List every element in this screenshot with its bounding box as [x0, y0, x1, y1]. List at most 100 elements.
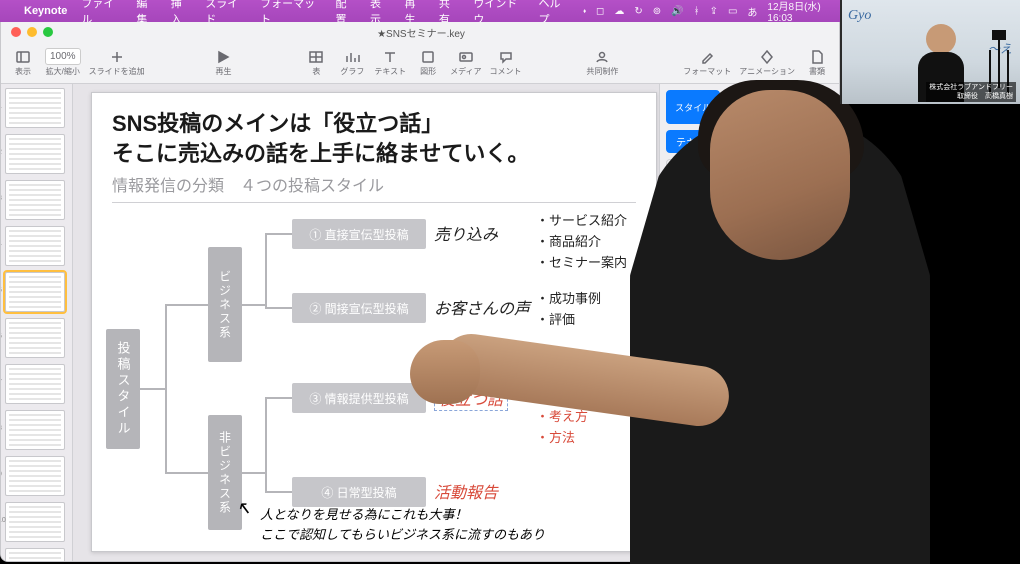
headline-line1: SNS投稿のメインは「役立つ話」 — [112, 111, 443, 136]
annotation-2[interactable]: お客さんの声 — [434, 295, 530, 319]
toolbar-collab[interactable]: 共同制作 — [586, 49, 618, 77]
bluetooth-icon[interactable]: ᚼ — [694, 6, 700, 17]
mac-menubar: Keynote ファイル 編集 挿入 スライド フォーマット 配置 表示 再生 … — [0, 0, 840, 22]
toolbar-media[interactable]: メディア — [450, 49, 481, 77]
slide-thumbnail[interactable] — [5, 548, 65, 562]
tree-node-4[interactable]: ④ 日常型投稿 — [292, 477, 426, 507]
bullets-1[interactable]: ・サービス紹介・商品紹介・セミナー案内 — [536, 211, 627, 273]
notion-icon[interactable]: ◻ — [596, 6, 604, 17]
l: コメント — [490, 66, 522, 77]
slide-thumbnail[interactable] — [5, 272, 65, 312]
l: メディア — [450, 66, 481, 77]
handwritten-note[interactable]: ↖ 人となりを見せる為にこれも大事！ ここで認知してもらいビジネス系に流すのもあ… — [260, 505, 545, 544]
cloud-icon[interactable]: ☁ — [614, 6, 624, 17]
pip-caption: 株式会社ラブアンドフリー 取締役 高橋真樹 — [926, 82, 1016, 102]
toolbar-chart[interactable]: グラフ — [338, 49, 366, 77]
slide-subtitle[interactable]: 情報発信の分類 ４つの投稿スタイル — [92, 172, 656, 200]
toolbar-view[interactable]: 表示 — [9, 49, 37, 77]
tab-style[interactable]: スタイル — [666, 90, 720, 124]
minimize-button[interactable] — [27, 27, 37, 37]
document-icon — [809, 49, 825, 65]
tab-document[interactable]: 書類 — [779, 90, 833, 124]
slide-thumbnail[interactable] — [5, 180, 65, 220]
slide-thumbnail[interactable] — [5, 410, 65, 450]
app-name[interactable]: Keynote — [24, 5, 67, 17]
diamond-icon — [759, 49, 775, 65]
toolbar-zoom[interactable]: 100% 拡大/縮小 — [45, 48, 81, 77]
toolbar-view-label: 表示 — [15, 66, 31, 77]
style-chip-text2[interactable]: テキ — [666, 159, 708, 184]
tree-node-2[interactable]: ② 間接宣伝型投稿 — [292, 293, 426, 323]
toolbar-shape[interactable]: 図形 — [414, 49, 442, 77]
slide-headline[interactable]: SNS投稿のメインは「役立つ話」 そこに売込みの話を上手に絡ませていく。 — [92, 93, 656, 172]
toolbar-zoom-label: 拡大/縮小 — [46, 66, 80, 77]
traffic-lights — [1, 27, 53, 37]
slide-thumbnail[interactable] — [5, 134, 65, 174]
slide-canvas[interactable]: SNS投稿のメインは「役立つ話」 そこに売込みの話を上手に絡ませていく。 情報発… — [73, 84, 659, 562]
slide-thumbnail[interactable] — [5, 318, 65, 358]
toolbar-add-slide-label: スライドを追加 — [89, 66, 145, 77]
toolbar-comment[interactable]: コメント — [490, 49, 522, 77]
style-chip-text[interactable]: テキスト — [666, 130, 726, 153]
annotation-1[interactable]: 売り込み — [434, 221, 498, 245]
slide-thumbnail[interactable] — [5, 88, 65, 128]
inspector-opacity[interactable]: 不透明度 ⌄ — [666, 383, 833, 407]
inspector-reflect[interactable]: 反射 — [666, 343, 833, 367]
annotation-4[interactable]: 活動報告 — [434, 479, 498, 503]
reflect-checkbox[interactable] — [666, 354, 678, 366]
chevron-down-icon: ⌄ — [825, 211, 833, 222]
slide-thumbnail[interactable] — [5, 456, 65, 496]
media-icon — [458, 49, 474, 65]
volume-icon[interactable]: 🔊 — [671, 6, 683, 17]
toolbar-play[interactable]: 再生 — [209, 49, 237, 77]
diagram-tree[interactable]: 投稿スタイル ビジネス系 非ビジネス系 ① 直接宣伝型投稿 ② 間接宣伝型投稿 … — [106, 209, 642, 539]
slide-thumbnail[interactable] — [5, 364, 65, 404]
sync-icon[interactable]: ↻ — [634, 6, 642, 17]
chart-icon — [344, 49, 360, 65]
toolbar-document[interactable]: 書類 — [803, 49, 831, 77]
toolbar-text[interactable]: テキスト — [374, 49, 406, 77]
annotation-3[interactable]: 役立つ話 — [434, 385, 508, 411]
chevron-down-icon: ⌄ — [825, 251, 833, 262]
reflect-label: 反射 — [684, 352, 833, 367]
view-icon — [15, 49, 31, 65]
airdrop-icon[interactable]: ⊚ — [653, 6, 661, 17]
border-select[interactable]: 枠線なし — [666, 268, 833, 287]
wifi-icon[interactable]: ⇪ — [710, 6, 718, 17]
tab-animate[interactable]: アニメーション — [722, 90, 776, 124]
close-button[interactable] — [11, 27, 21, 37]
format-inspector: スタイル アニメーション 書類 テキスト テキ 塗りつぶし ⌄ 枠線 ⌄ 枠線な… — [659, 84, 839, 562]
slide-thumbnail[interactable] — [5, 502, 65, 542]
bullets-3[interactable]: ・最新情報・使い方・考え方・方法 — [536, 365, 601, 448]
slide-thumbnail[interactable] — [5, 226, 65, 266]
l: 共同制作 — [586, 66, 618, 77]
fill-label: 塗りつぶし — [666, 209, 716, 224]
picture-in-picture: Gyo 〜え 株式会社ラブアンドフリー 取締役 高橋真樹 — [840, 0, 1020, 104]
tree-root[interactable]: 投稿スタイル — [106, 329, 140, 449]
l: フォーマット — [683, 66, 731, 77]
border-label: 枠線 — [666, 249, 686, 264]
toolbar-add-slide[interactable]: スライドを追加 — [89, 49, 145, 77]
inspector-tabs: スタイル アニメーション 書類 — [666, 90, 833, 124]
battery-icon[interactable]: ▭ — [728, 6, 737, 17]
tree-node-3[interactable]: ③ 情報提供型投稿 — [292, 383, 426, 413]
table-icon — [308, 49, 324, 65]
inspector-shadow[interactable]: シャドウ ⌄ — [666, 303, 833, 327]
bullets-2[interactable]: ・成功事例・評価 — [536, 289, 601, 331]
slide-navigator[interactable] — [1, 84, 73, 562]
current-slide[interactable]: SNS投稿のメインは「役立つ話」 そこに売込みの話を上手に絡ませていく。 情報発… — [91, 92, 657, 552]
whiteboard-scribble: Gyo — [848, 8, 871, 24]
brush-icon — [699, 49, 715, 65]
zoom-value[interactable]: 100% — [45, 48, 81, 65]
tree-cat-business[interactable]: ビジネス系 — [208, 247, 242, 362]
toolbar-table[interactable]: 表 — [302, 49, 330, 77]
dropbox-icon[interactable]: ⬪ — [583, 6, 586, 17]
inspector-border[interactable]: 枠線 ⌄ — [666, 240, 833, 264]
tree-node-1[interactable]: ① 直接宣伝型投稿 — [292, 219, 426, 249]
inspector-fill[interactable]: 塗りつぶし ⌄ — [666, 200, 833, 224]
input-icon[interactable]: あ — [747, 4, 757, 19]
zoom-button[interactable] — [43, 27, 53, 37]
toolbar-format[interactable]: フォーマット — [683, 49, 731, 77]
toolbar-animate[interactable]: アニメーション — [739, 49, 795, 77]
plus-icon — [109, 49, 125, 65]
